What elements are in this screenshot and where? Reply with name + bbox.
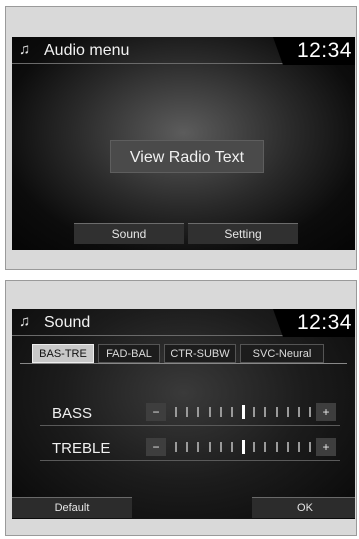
setting-button[interactable]: Setting	[188, 223, 298, 244]
treble-minus-button[interactable]: −	[146, 438, 166, 456]
ok-button[interactable]: OK	[252, 497, 355, 518]
scale-tick	[197, 442, 200, 452]
tab-bas-tre[interactable]: BAS-TRE	[32, 344, 94, 363]
treble-level-scale[interactable]	[175, 440, 311, 454]
scale-tick	[230, 407, 233, 417]
scale-tick	[253, 442, 256, 452]
scale-tick	[230, 442, 233, 452]
scale-tick	[297, 442, 300, 452]
bass-row: BASS − +	[40, 401, 340, 427]
tab-ctr-subw[interactable]: CTR-SUBW	[164, 344, 236, 363]
sound-screen: ♫ Sound 12:34 BAS-TRE FAD-BAL CTR-SUBW S…	[12, 309, 355, 519]
scale-tick	[309, 442, 311, 452]
scale-tick	[309, 407, 311, 417]
scale-tick	[219, 442, 222, 452]
bass-level-scale[interactable]	[175, 405, 311, 419]
scale-tick	[275, 407, 278, 417]
treble-plus-button[interactable]: +	[316, 438, 336, 456]
tab-svc-neural[interactable]: SVC-Neural	[240, 344, 324, 363]
scale-tick	[297, 407, 300, 417]
scale-tick	[264, 442, 267, 452]
default-button[interactable]: Default	[12, 497, 132, 518]
title-bar: ♫ Audio menu 12:34	[12, 37, 355, 65]
scale-tick	[264, 407, 267, 417]
scale-tick	[175, 442, 177, 452]
scale-tick	[208, 407, 211, 417]
audio-menu-screen: ♫ Audio menu 12:34 View Radio Text Sound…	[12, 37, 355, 250]
scale-tick	[186, 442, 189, 452]
scale-tick	[253, 407, 256, 417]
level-indicator	[242, 405, 245, 419]
audio-menu-screenshot-frame: ♫ Audio menu 12:34 View Radio Text Sound…	[5, 6, 357, 270]
scale-tick	[186, 407, 189, 417]
sound-button[interactable]: Sound	[74, 223, 184, 244]
bass-plus-button[interactable]: +	[316, 403, 336, 421]
level-indicator	[242, 440, 245, 454]
bass-label: BASS	[52, 405, 93, 422]
view-radio-text-button[interactable]: View Radio Text	[110, 140, 264, 173]
scale-tick	[175, 407, 177, 417]
music-note-icon: ♫	[19, 313, 31, 330]
row-divider	[40, 425, 340, 426]
scale-tick	[219, 407, 222, 417]
title-bar: ♫ Sound 12:34	[12, 309, 355, 337]
title-divider	[12, 63, 283, 64]
treble-row: TREBLE − +	[40, 436, 340, 462]
row-divider	[40, 460, 340, 461]
sound-screenshot-frame: ♫ Sound 12:34 BAS-TRE FAD-BAL CTR-SUBW S…	[5, 280, 357, 536]
screen-title: Sound	[44, 314, 91, 331]
scale-tick	[208, 442, 211, 452]
title-divider	[12, 335, 283, 336]
scale-tick	[197, 407, 200, 417]
scale-tick	[286, 407, 289, 417]
scale-tick	[275, 442, 278, 452]
music-note-icon: ♫	[19, 41, 31, 58]
clock: 12:34	[273, 37, 355, 65]
bass-minus-button[interactable]: −	[146, 403, 166, 421]
clock: 12:34	[273, 309, 355, 337]
tab-fad-bal[interactable]: FAD-BAL	[98, 344, 160, 363]
treble-label: TREBLE	[52, 440, 111, 457]
screen-title: Audio menu	[44, 42, 130, 59]
scale-tick	[286, 442, 289, 452]
